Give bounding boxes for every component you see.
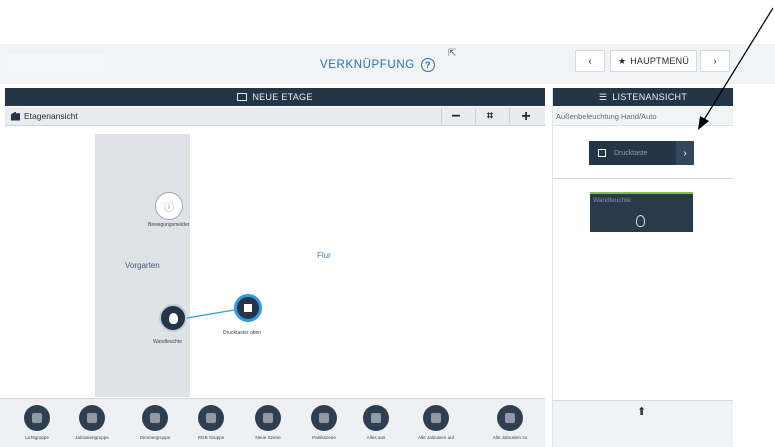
wandleuchte-card[interactable]: Wandleuchte (590, 192, 693, 232)
push-button-icon (598, 149, 606, 157)
drucktaste-button[interactable]: Drucktaste › (589, 141, 694, 165)
nav-prev-button[interactable]: ‹ (575, 50, 605, 72)
right-panel-footer: ⬆ (553, 400, 733, 447)
palette-label: Alle Jalousien zu (492, 435, 528, 440)
motion-sensor-device[interactable]: ⓘ (155, 192, 183, 220)
chevron-right-icon[interactable]: › (676, 141, 694, 165)
mouse-cursor-icon: ⇱ (448, 48, 457, 59)
palette-item-alles-aus[interactable]: Alles aus (346, 405, 406, 440)
palette-label: Alles aus (366, 435, 386, 440)
title-group: VERKNÜPFUNG ? (320, 58, 435, 72)
all-off-icon (363, 405, 389, 431)
divider (553, 178, 733, 179)
palette-label: Dimmergruppe (139, 435, 171, 440)
push-button-icon (244, 304, 252, 312)
list-view-panel: ☰ LISTENANSICHT Außenbeleuchtung Hand/Au… (552, 88, 733, 447)
group-palette: Lichtgruppe Jalousiengruppe Dimmergruppe… (0, 398, 545, 447)
wall-lamp-device[interactable] (159, 304, 187, 332)
palette-item-alle-jalousien-auf[interactable]: Alle Jalousien auf (406, 405, 466, 440)
motion-sensor-icon: ⓘ (164, 202, 174, 214)
room-label-vorgarten: Vorgarten (125, 261, 160, 270)
palette-label: Panikszene (312, 435, 336, 440)
main-menu-button[interactable]: ★ HAUPTMENÜ (610, 50, 697, 72)
blind-group-icon (79, 405, 105, 431)
nav-next-button[interactable]: › (700, 50, 730, 72)
context-label: Außenbeleuchtung Hand/Auto (553, 107, 733, 126)
right-panel-header: ☰ LISTENANSICHT (553, 88, 733, 106)
toolbar-divider (441, 109, 442, 124)
zoom-out-button[interactable]: − (443, 107, 469, 126)
floor-view-label[interactable]: Etagenansicht (11, 111, 78, 121)
page-title: VERKNÜPFUNG (320, 59, 415, 71)
floor-toolbar: Etagenansicht − ⌗ + (5, 107, 545, 126)
palette-item-alle-jalousien-zu[interactable]: Alle Jalousien zu (480, 405, 540, 440)
zoom-in-button[interactable]: + (513, 107, 539, 126)
palette-item-lichtgruppe[interactable]: Lichtgruppe (7, 405, 67, 440)
palette-label: Jalousiengruppe (75, 435, 109, 440)
palette-label: RGB Gruppe (197, 435, 225, 440)
logo (8, 54, 104, 72)
palette-label: Neue Szene (255, 435, 281, 440)
star-icon: ★ (617, 55, 627, 66)
palette-label: Lichtgruppe (24, 435, 49, 440)
help-icon[interactable]: ? (420, 58, 435, 72)
palette-item-rgb-gruppe[interactable]: RGB Gruppe (181, 405, 241, 440)
palette-item-jalousiengruppe[interactable]: Jalousiengruppe (62, 405, 122, 440)
floor-view-text: Etagenansicht (24, 111, 78, 121)
lightbulb-icon (636, 215, 645, 227)
room-label-flur: Flur (317, 251, 331, 260)
push-button-device[interactable] (234, 294, 262, 322)
device-label-motion: Bewegungsmelder (148, 222, 190, 228)
scene-icon (255, 405, 281, 431)
left-panel-header: NEUE ETAGE (5, 88, 545, 106)
toolbar-divider (509, 109, 510, 124)
blinds-down-icon (497, 405, 523, 431)
floor-plan-canvas[interactable]: Vorgarten Flur ⓘ Bewegungsmelder Wandleu… (5, 127, 545, 397)
card-label: Wandleuchte (593, 197, 631, 204)
drucktaste-label: Drucktaste (614, 149, 648, 157)
fit-to-screen-icon[interactable]: ⌗ (477, 107, 503, 126)
connection-line (186, 309, 235, 319)
rgb-group-icon (198, 405, 224, 431)
main-menu-label: HAUPTMENÜ (630, 56, 690, 66)
device-label-lamp: Wandleuchte (153, 339, 182, 345)
blinds-up-icon (423, 405, 449, 431)
list-icon: ☰ (598, 91, 608, 102)
left-panel-title: NEUE ETAGE (252, 92, 313, 102)
device-label-taster: Drucktaster oben (223, 330, 262, 336)
lightbulb-icon (168, 312, 178, 324)
panic-scene-icon (311, 405, 337, 431)
toolbar-divider (475, 109, 476, 124)
right-panel-title: LISTENANSICHT (612, 92, 688, 102)
back-arrow-icon[interactable]: ⬆ (637, 405, 646, 418)
building-icon (11, 111, 20, 121)
palette-item-dimmergruppe[interactable]: Dimmergruppe (125, 405, 185, 440)
floor-plan-icon (237, 93, 248, 101)
light-group-icon (24, 405, 50, 431)
palette-label: Alle Jalousien auf (417, 435, 454, 440)
palette-item-panikszene[interactable]: Panikszene (294, 405, 354, 440)
palette-item-neue-szene[interactable]: Neue Szene (238, 405, 298, 440)
dimmer-group-icon (142, 405, 168, 431)
